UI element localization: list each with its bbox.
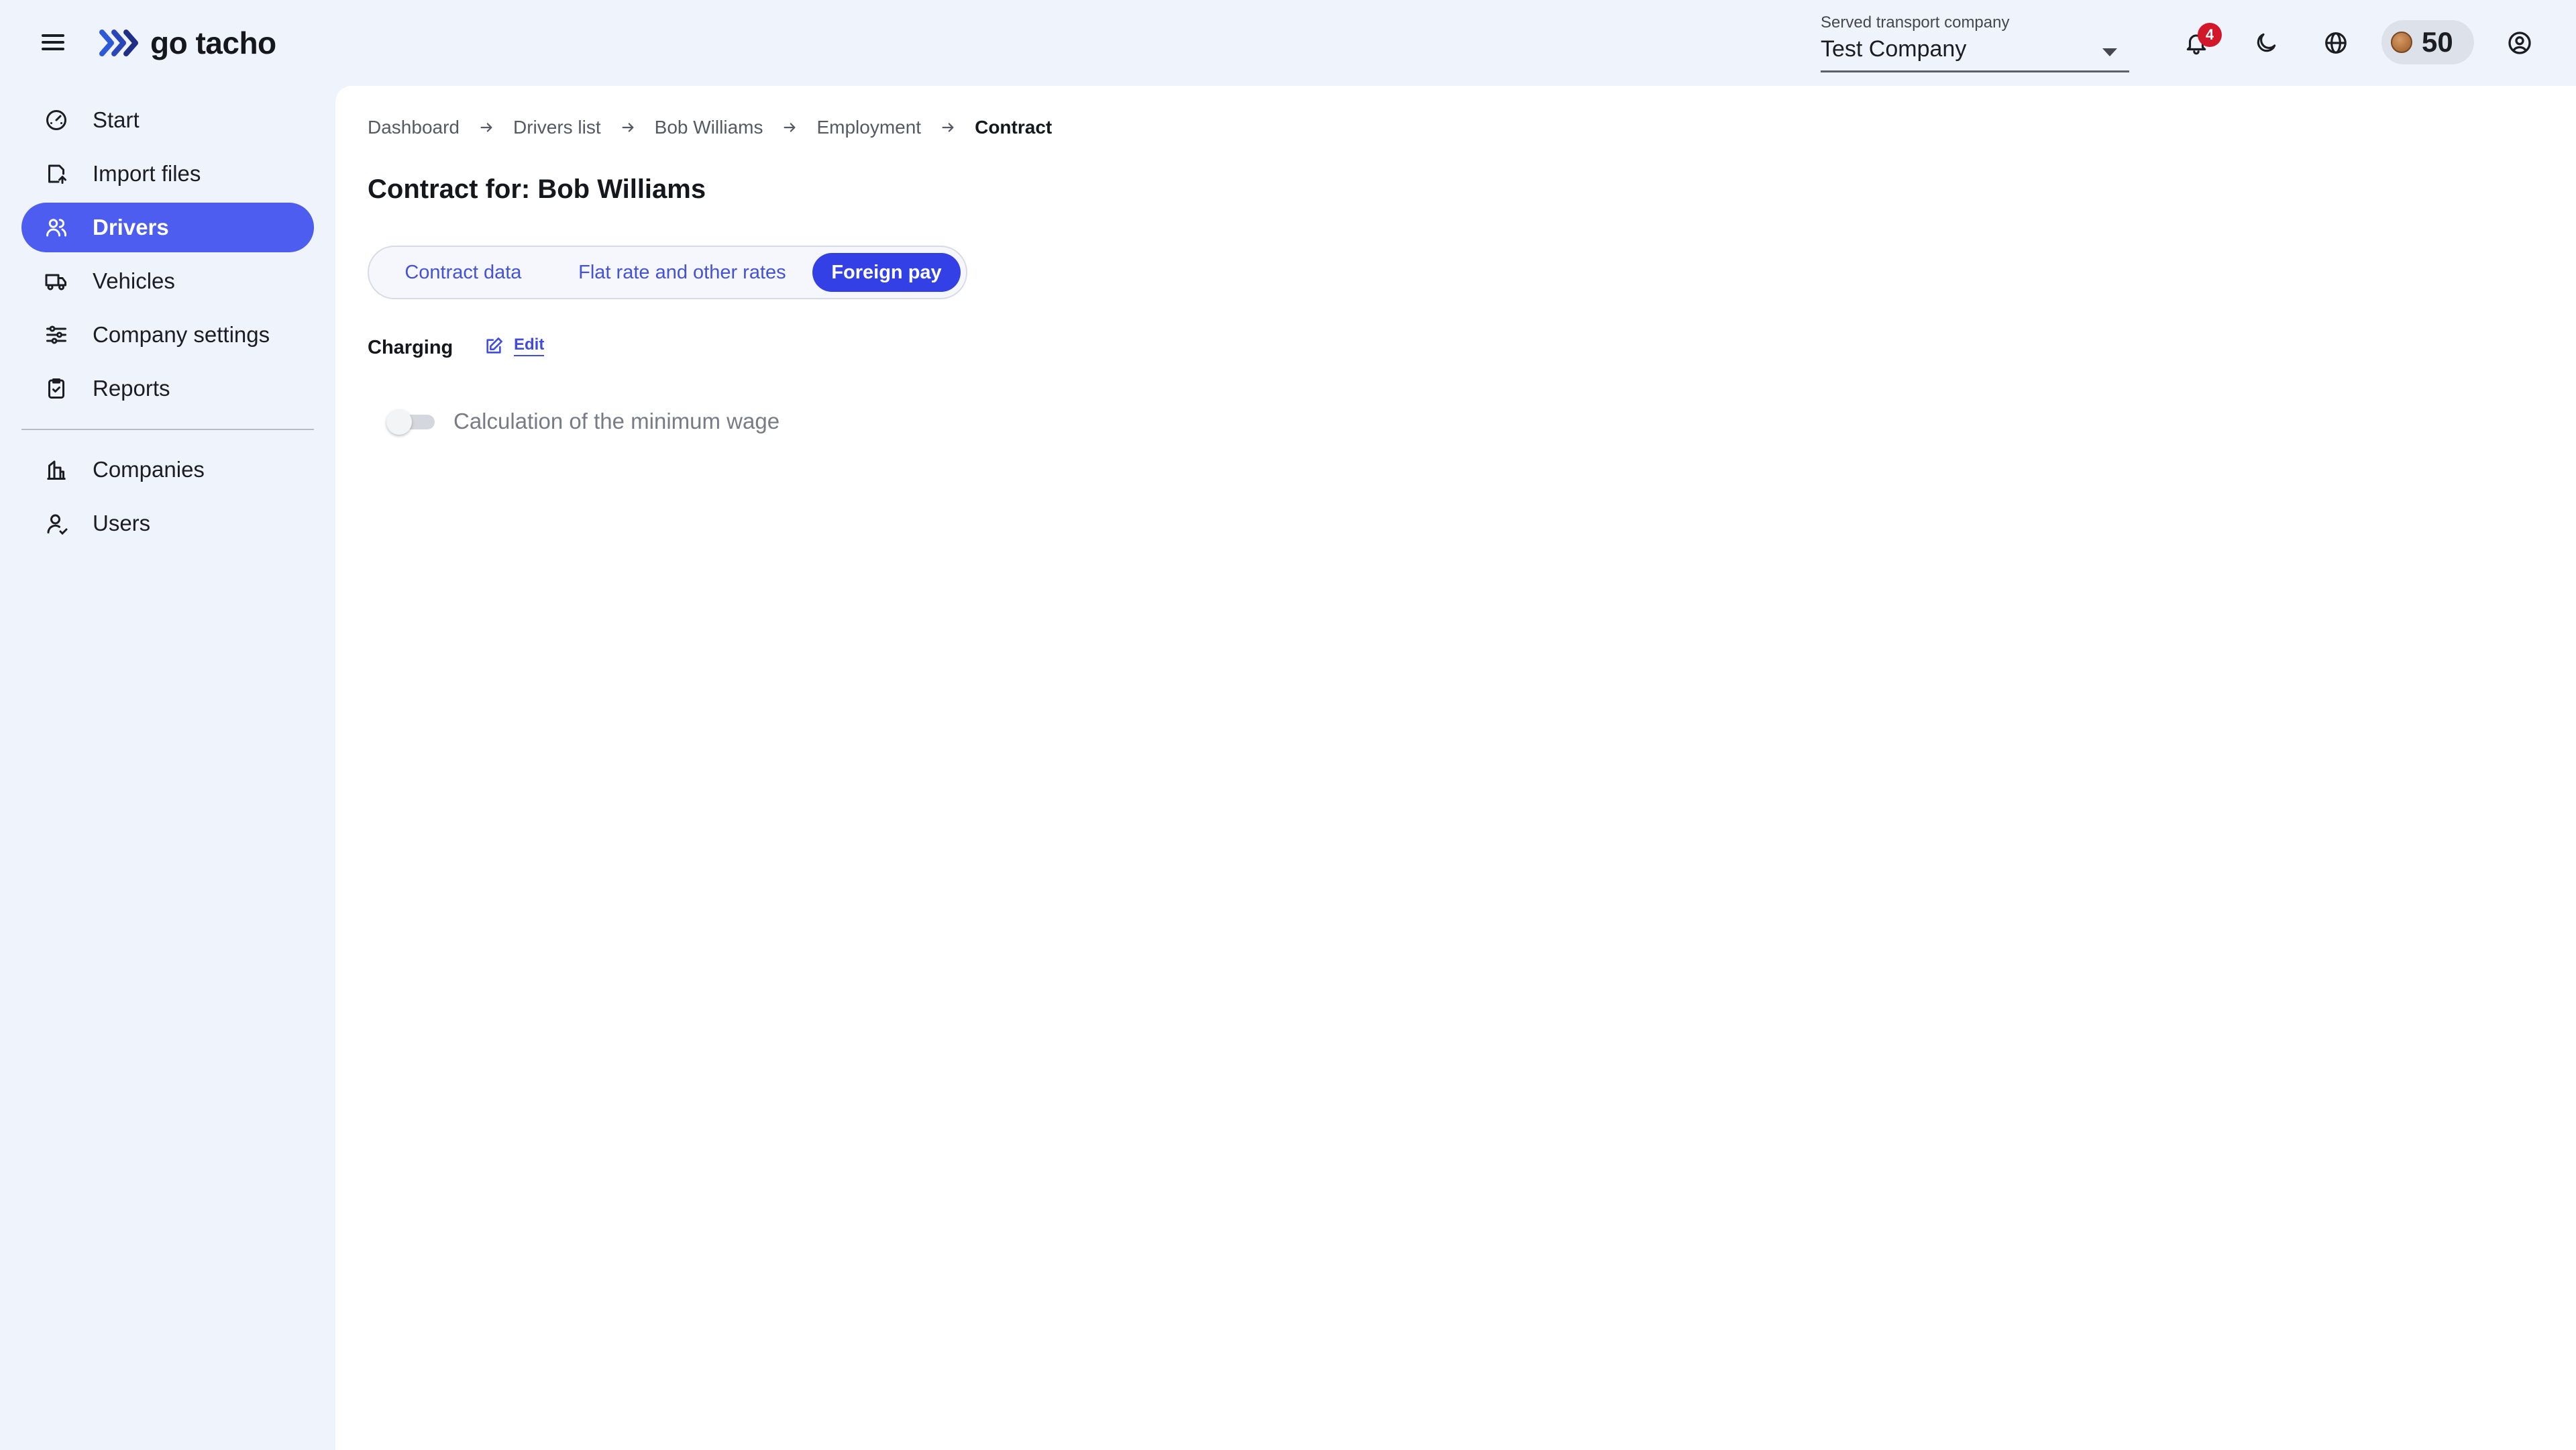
breadcrumb-drivers-list[interactable]: Drivers list [513, 117, 601, 138]
minimum-wage-row: Calculation of the minimum wage [386, 408, 780, 435]
edit-button[interactable]: Edit [484, 335, 545, 356]
logo-text: go tacho [150, 25, 276, 60]
notification-count-badge: 4 [2198, 23, 2222, 47]
arrow-right-icon [601, 120, 655, 135]
edit-label: Edit [514, 335, 545, 356]
tab-flat-rate[interactable]: Flat rate and other rates [552, 253, 812, 292]
sidebar-item-label: Vehicles [93, 268, 175, 293]
company-select-value: Test Company [1821, 36, 1967, 62]
sliders-icon [43, 321, 70, 348]
section-title-charging: Charging [368, 337, 453, 358]
users-icon [43, 214, 70, 241]
menu-icon[interactable] [42, 31, 64, 54]
breadcrumb-dashboard[interactable]: Dashboard [368, 117, 460, 138]
globe-icon [2325, 32, 2347, 54]
contract-tabs: Contract data Flat rate and other rates … [368, 246, 967, 299]
coin-icon [2391, 32, 2412, 53]
user-circle-icon [2508, 32, 2531, 54]
truck-icon [43, 268, 70, 295]
breadcrumb-current: Contract [975, 117, 1053, 138]
user-icon [43, 510, 70, 537]
arrow-right-icon [763, 120, 816, 135]
sidebar-item-companies[interactable]: Companies [21, 445, 314, 495]
minimum-wage-label: Calculation of the minimum wage [453, 409, 780, 433]
sidebar-item-start[interactable]: Start [21, 95, 314, 145]
arrow-right-icon [460, 120, 513, 135]
chevrons-logo-icon [99, 30, 138, 56]
account-button[interactable] [2498, 21, 2541, 64]
sidebar-item-label: Start [93, 107, 140, 132]
breadcrumb: Dashboard Drivers list Bob Williams Empl… [368, 114, 1052, 141]
sidebar-item-label: Companies [93, 457, 205, 482]
notifications-button[interactable]: 4 [2175, 21, 2222, 64]
arrow-right-icon [921, 120, 975, 135]
tab-contract-data[interactable]: Contract data [374, 253, 552, 292]
edit-icon [486, 337, 502, 354]
breadcrumb-driver[interactable]: Bob Williams [655, 117, 763, 138]
coin-count: 50 [2422, 26, 2453, 58]
minimum-wage-toggle[interactable] [386, 408, 436, 435]
gauge-icon [43, 107, 70, 134]
main-content: Dashboard Drivers list Bob Williams Empl… [335, 86, 2576, 1450]
breadcrumb-employment[interactable]: Employment [816, 117, 921, 138]
sidebar-item-users[interactable]: Users [21, 499, 314, 548]
company-select[interactable]: Served transport company Test Company [1821, 13, 2129, 72]
sidebar-item-reports[interactable]: Reports [21, 364, 314, 413]
moon-icon [2257, 33, 2276, 52]
sidebar-item-drivers[interactable]: Drivers [21, 203, 314, 252]
sidebar-item-label: Users [93, 511, 151, 535]
app-logo[interactable]: go tacho [99, 24, 276, 62]
company-select-label: Served transport company [1821, 13, 2010, 32]
file-upload-icon [43, 160, 70, 187]
toggle-knob [386, 409, 412, 435]
sidebar-item-label: Drivers [93, 215, 169, 240]
theme-toggle-button[interactable] [2245, 21, 2288, 64]
sidebar-item-vehicles[interactable]: Vehicles [21, 256, 314, 306]
top-bar: go tacho Served transport company Test C… [0, 0, 2576, 86]
language-button[interactable] [2314, 21, 2357, 64]
coin-balance[interactable]: 50 [2381, 20, 2474, 64]
sidebar-item-company-settings[interactable]: Company settings [21, 310, 314, 360]
caret-down-icon [2102, 48, 2117, 56]
sidebar: Start Import files Drivers Vehicles Comp… [0, 86, 335, 1450]
clipboard-icon [43, 375, 70, 402]
sidebar-item-label: Import files [93, 161, 201, 186]
sidebar-divider [21, 429, 314, 430]
page-title: Contract for: Bob Williams [368, 174, 706, 204]
building-icon [43, 456, 70, 483]
sidebar-item-import-files[interactable]: Import files [21, 149, 314, 199]
sidebar-item-label: Reports [93, 376, 170, 401]
sidebar-item-label: Company settings [93, 322, 270, 347]
tab-foreign-pay[interactable]: Foreign pay [812, 253, 961, 292]
